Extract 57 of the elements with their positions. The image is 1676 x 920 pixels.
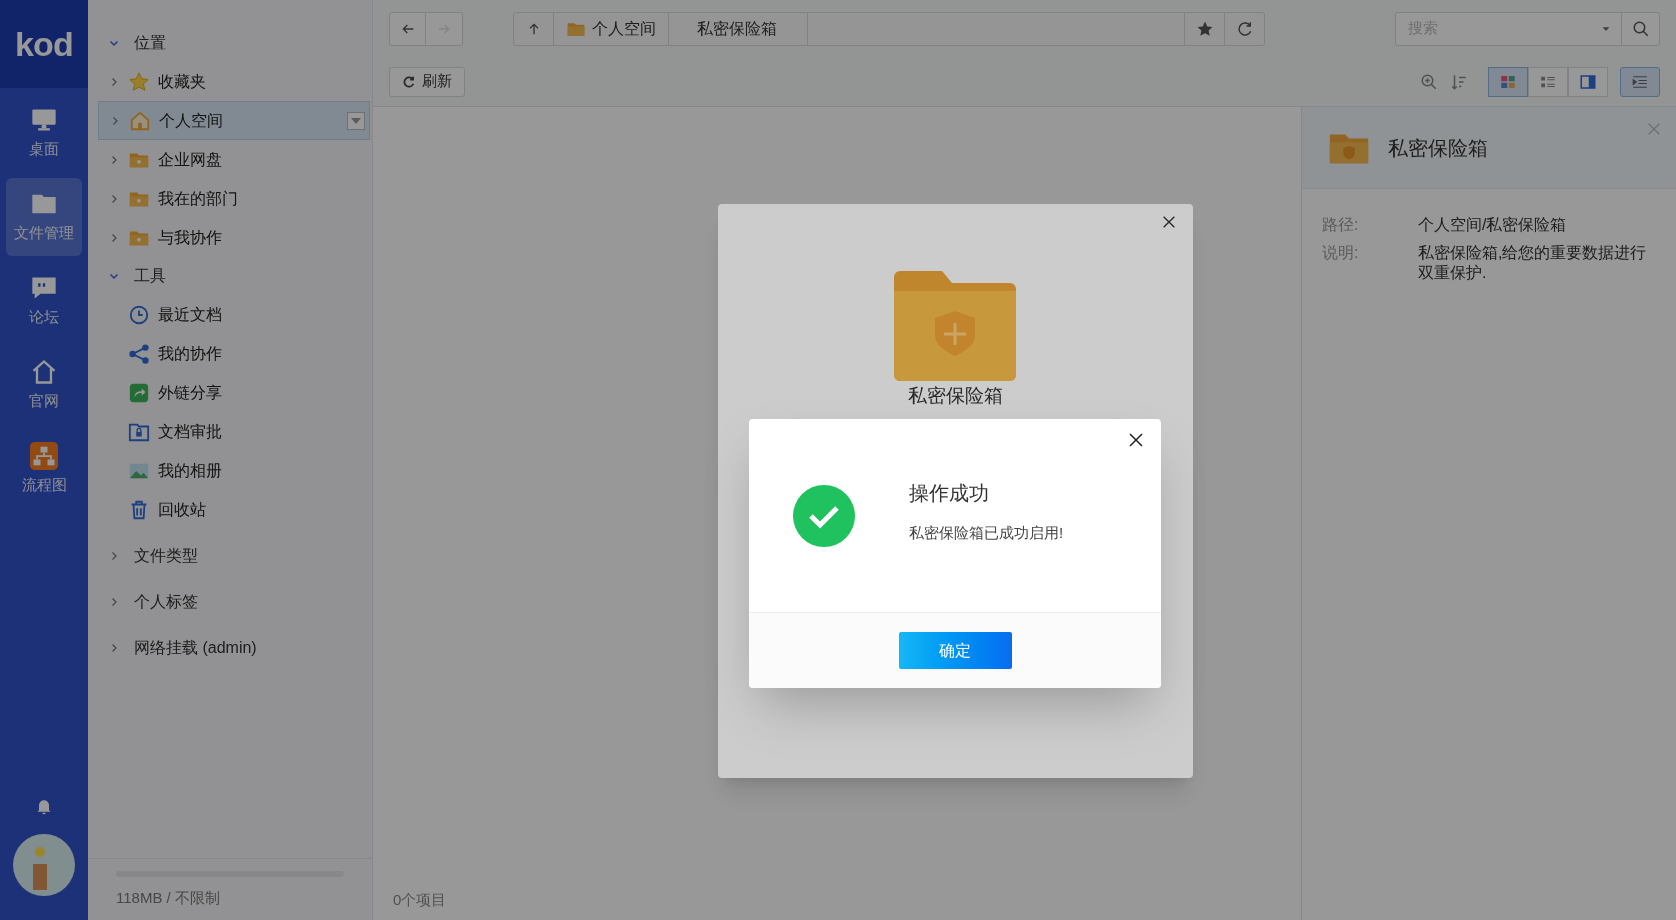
alert-message: 私密保险箱已成功启用! [909, 523, 1064, 544]
section-heading[interactable]: 位置 [134, 31, 166, 55]
breadcrumb[interactable]: 个人空间 [554, 12, 669, 45]
refresh-icon [1235, 19, 1254, 38]
refresh-button[interactable]: 刷新 [389, 66, 465, 97]
alert-title: 操作成功 [909, 481, 990, 507]
field-label: 路径: [1322, 215, 1360, 235]
flowchart-icon [30, 441, 58, 470]
star-icon [128, 70, 150, 93]
caret-icon [351, 117, 361, 124]
search-icon[interactable] [1631, 19, 1650, 38]
nav-item[interactable]: 流程图 [6, 430, 82, 508]
shield-folder-icon [894, 271, 1016, 381]
tree-item[interactable]: 个人空间 [98, 101, 370, 140]
success-check-icon [793, 484, 855, 547]
home-icon [30, 357, 58, 386]
info-panel-toggle[interactable] [1620, 66, 1660, 97]
storage-usage: 118MB / 不限制 [116, 888, 221, 908]
nav-item[interactable]: 桌面 [6, 94, 82, 172]
breadcrumb[interactable]: 私密保险箱 [669, 12, 808, 45]
section-heading[interactable]: 网络挂载 (admin) [134, 636, 257, 660]
close-icon[interactable] [1127, 431, 1145, 449]
avatar[interactable] [13, 834, 75, 896]
tree-item[interactable]: 回收站 [98, 490, 370, 529]
tree-item[interactable]: 文档审批 [98, 412, 370, 451]
section-heading[interactable]: 个人标签 [134, 590, 198, 614]
tree-item[interactable]: 我的相册 [98, 451, 370, 490]
nav-item[interactable]: 官网 [6, 346, 82, 424]
tree-item[interactable]: 我的协作 [98, 334, 370, 373]
clock-icon [128, 303, 150, 326]
dropdown-toggle[interactable] [347, 111, 365, 130]
section-heading[interactable]: 工具 [134, 264, 166, 288]
view-mode-button[interactable] [1528, 66, 1568, 97]
tree-item[interactable]: 收藏夹 [98, 62, 370, 101]
home-icon [129, 109, 151, 132]
panel-title: 私密保险箱 [1388, 135, 1488, 161]
tree-item[interactable]: 最近文档 [98, 295, 370, 334]
confirm-button[interactable]: 确定 [898, 632, 1012, 669]
close-icon[interactable] [1161, 214, 1177, 230]
zoom-in-icon [1420, 72, 1438, 91]
field-label: 说明: [1322, 243, 1360, 263]
refresh-icon [402, 74, 416, 89]
view-mode-button[interactable] [1488, 66, 1528, 97]
split-view-icon [1579, 72, 1597, 91]
share-nodes-icon [128, 342, 150, 365]
nav-item[interactable]: 论坛 [6, 262, 82, 340]
tree-item[interactable]: 我在的部门 [98, 179, 370, 218]
folder-name: 私密保险箱 [907, 384, 1004, 408]
sort-icon [1450, 72, 1468, 91]
field-value: 私密保险箱,给您的重要数据进行双重保护. [1418, 243, 1648, 283]
field-value: 个人空间/私密保险箱 [1418, 215, 1567, 235]
item-count: 0个项目 [393, 889, 447, 910]
section-heading[interactable]: 文件类型 [134, 544, 198, 568]
tree-item[interactable]: 外链分享 [98, 373, 370, 412]
view-mode-button[interactable] [1568, 66, 1608, 97]
tree-item[interactable]: 与我协作 [98, 218, 370, 257]
tree-item[interactable]: 企业网盘 [98, 140, 370, 179]
